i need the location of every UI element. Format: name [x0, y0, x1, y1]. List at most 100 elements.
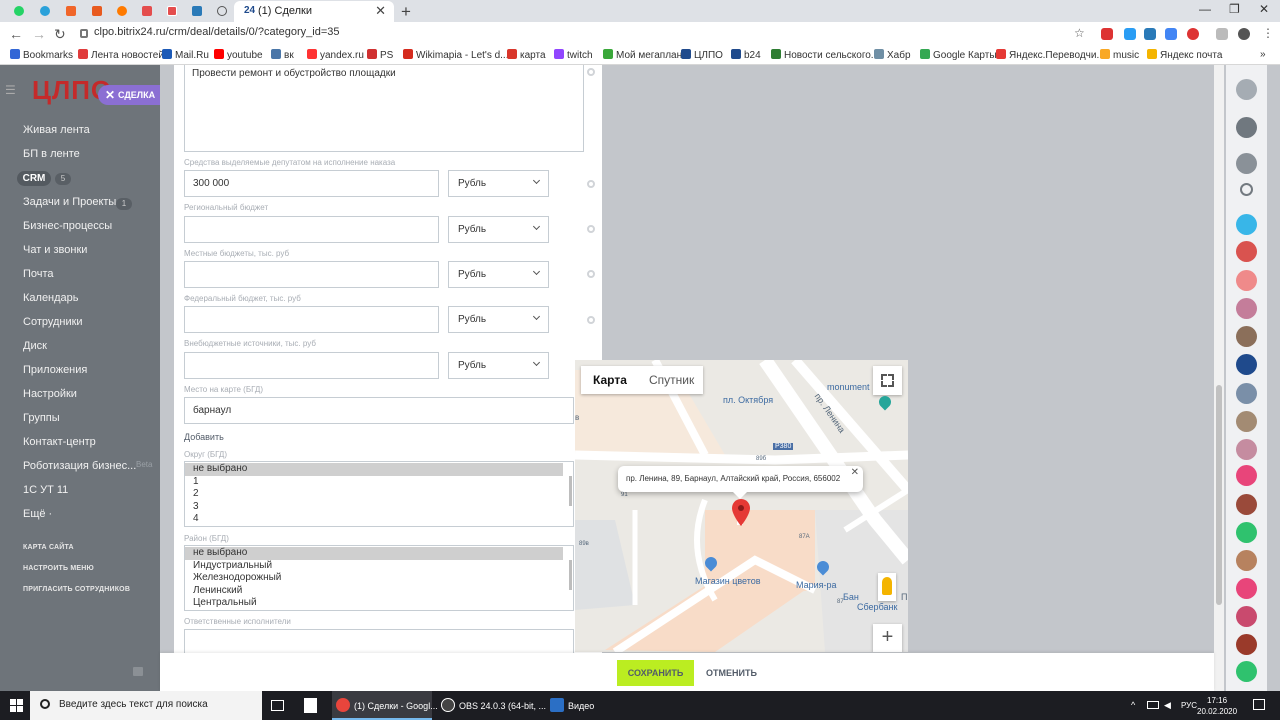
- menu-item-disk[interactable]: Диск: [23, 340, 47, 352]
- close-window-button[interactable]: ✕: [1259, 2, 1269, 16]
- avatar[interactable]: [1236, 606, 1257, 627]
- scrollbar[interactable]: [569, 560, 572, 590]
- currency-select[interactable]: Рубль: [448, 170, 549, 197]
- menu-item-robotization[interactable]: Роботизация бизнес...: [23, 460, 136, 472]
- taskbar-app-chrome[interactable]: (1) Сделки - Googl...: [332, 691, 438, 720]
- fullscreen-button[interactable]: [873, 366, 902, 395]
- bookmark-item[interactable]: music: [1100, 49, 1139, 61]
- close-icon[interactable]: ✕: [105, 85, 115, 105]
- bitrix24-icon[interactable]: [1236, 354, 1257, 375]
- location-marker-icon[interactable]: [731, 498, 751, 528]
- extrabudget-input[interactable]: [184, 352, 439, 379]
- scrollbar[interactable]: [569, 476, 572, 506]
- notifications-icon[interactable]: [1253, 699, 1265, 710]
- windows-start-icon[interactable]: [10, 699, 23, 712]
- bookmark-item[interactable]: Хабр: [874, 49, 911, 61]
- bookmark-item[interactable]: PS: [367, 49, 393, 61]
- menu-item-business-processes[interactable]: Бизнес-процессы: [23, 220, 112, 232]
- avatar[interactable]: [1236, 494, 1257, 515]
- avatar[interactable]: [1236, 465, 1257, 486]
- menu-item-contact-center[interactable]: Контакт-центр: [23, 436, 96, 448]
- menu-dots-icon[interactable]: ⋮: [1262, 26, 1274, 40]
- taskbar-clock[interactable]: 17:16 20.02.2020: [1197, 695, 1237, 717]
- back-icon[interactable]: ←: [9, 26, 23, 42]
- avatar[interactable]: [1236, 550, 1257, 571]
- new-tab-button[interactable]: +: [401, 2, 411, 22]
- list-option[interactable]: не выбрано: [185, 463, 563, 476]
- pinned-tab-blogger[interactable]: [62, 3, 80, 19]
- menu-item-employees[interactable]: Сотрудники: [23, 316, 83, 328]
- currency-select[interactable]: Рубль: [448, 216, 549, 243]
- deal-slider-tab[interactable]: ✕ СДЕЛКА: [98, 85, 160, 105]
- url-input[interactable]: [94, 26, 494, 38]
- list-option[interactable]: не выбрано: [185, 547, 563, 560]
- minimize-button[interactable]: —: [1199, 2, 1211, 16]
- bookmark-item[interactable]: twitch: [554, 49, 593, 61]
- field-settings-icon[interactable]: [587, 316, 595, 324]
- bookmark-item[interactable]: b24: [731, 49, 761, 61]
- bookmark-item[interactable]: Wikimapia - Let's d...: [403, 49, 509, 61]
- avatar[interactable]: [1236, 298, 1257, 319]
- field-settings-icon[interactable]: [587, 180, 595, 188]
- extension-icon[interactable]: [1124, 28, 1136, 40]
- pinned-tab-trello[interactable]: [188, 3, 206, 19]
- active-tab[interactable]: 24 (1) Сделки ✕: [234, 1, 394, 22]
- calculator-icon[interactable]: [304, 698, 317, 713]
- extension-icon[interactable]: [1144, 28, 1156, 40]
- menu-item-tasks[interactable]: Задачи и Проекты: [23, 196, 116, 208]
- list-option[interactable]: 2: [185, 488, 573, 501]
- list-option[interactable]: 1: [185, 476, 573, 489]
- bookmark-item[interactable]: Лента новостей: [78, 49, 164, 61]
- invite-employees-link[interactable]: ПРИГЛАСИТЬ СОТРУДНИКОВ: [23, 586, 130, 593]
- search-icon[interactable]: [1240, 183, 1253, 196]
- menu-item-chat[interactable]: Чат и звонки: [23, 244, 87, 256]
- field-settings-icon[interactable]: [587, 270, 595, 278]
- avatar[interactable]: [1236, 439, 1257, 460]
- close-icon[interactable]: ✕: [851, 467, 859, 478]
- clock-icon[interactable]: [1236, 153, 1257, 174]
- taskbar-app-video[interactable]: Видео: [546, 691, 646, 720]
- menu-item-live-feed[interactable]: Живая лента: [23, 124, 90, 136]
- menu-item-settings[interactable]: Настройки: [23, 388, 77, 400]
- menu-item-1c[interactable]: 1С УТ 11: [23, 484, 68, 496]
- federal-budget-input[interactable]: [184, 306, 439, 333]
- bookmark-item[interactable]: yandex.ru: [307, 49, 364, 61]
- bookmark-item[interactable]: Новости сельского...: [771, 49, 879, 61]
- list-option[interactable]: Центральный: [185, 597, 573, 610]
- chat-channel-icon[interactable]: [1236, 214, 1257, 235]
- avatar[interactable]: [1236, 383, 1257, 404]
- currency-select[interactable]: Рубль: [448, 261, 549, 288]
- description-textarea[interactable]: Провести ремонт и обустройство площадки: [184, 65, 584, 152]
- avatar[interactable]: [1238, 28, 1250, 40]
- restore-button[interactable]: ❐: [1229, 2, 1240, 16]
- avatar[interactable]: [1236, 522, 1257, 543]
- configure-menu-link[interactable]: НАСТРОИТЬ МЕНЮ: [23, 565, 94, 572]
- field-settings-icon[interactable]: [587, 68, 595, 76]
- add-link[interactable]: Добавить: [184, 432, 224, 442]
- bookmark-item[interactable]: ЦЛПО: [681, 49, 723, 61]
- avatar[interactable]: [1236, 241, 1257, 262]
- avatar[interactable]: [1236, 326, 1257, 347]
- pinned-tab-app-2[interactable]: [138, 3, 156, 19]
- extension-icon[interactable]: [1101, 28, 1113, 40]
- cancel-button[interactable]: ОТМЕНИТЬ: [706, 660, 757, 686]
- help-icon[interactable]: [1236, 79, 1257, 100]
- taskbar-search[interactable]: Введите здесь текст для поиска: [30, 691, 262, 720]
- battery-icon[interactable]: [1147, 701, 1159, 709]
- menu-item-mail[interactable]: Почта: [23, 268, 54, 280]
- bookmark-item[interactable]: youtube: [214, 49, 263, 61]
- field-settings-icon[interactable]: [587, 225, 595, 233]
- taskbar-app-obs[interactable]: OBS 24.0.3 (64-bit, ...: [437, 691, 546, 720]
- avatar[interactable]: [1236, 270, 1257, 291]
- avatar[interactable]: [1236, 634, 1257, 655]
- menu-item-bp-feed[interactable]: БП в ленте: [23, 148, 80, 160]
- pinned-tab-telegram[interactable]: [36, 3, 54, 19]
- page-scrollbar[interactable]: [1214, 65, 1224, 691]
- list-option[interactable]: 4: [185, 513, 573, 526]
- map[interactable]: Карта Спутник пл. Октября пр. Ленина mon…: [575, 360, 908, 652]
- deputy-funds-input[interactable]: [184, 170, 439, 197]
- translate-icon[interactable]: [1165, 28, 1177, 40]
- language-indicator[interactable]: РУС: [1181, 701, 1197, 710]
- currency-select[interactable]: Рубль: [448, 306, 549, 333]
- bookmark-item[interactable]: Яндекс.Переводчи...: [996, 49, 1105, 61]
